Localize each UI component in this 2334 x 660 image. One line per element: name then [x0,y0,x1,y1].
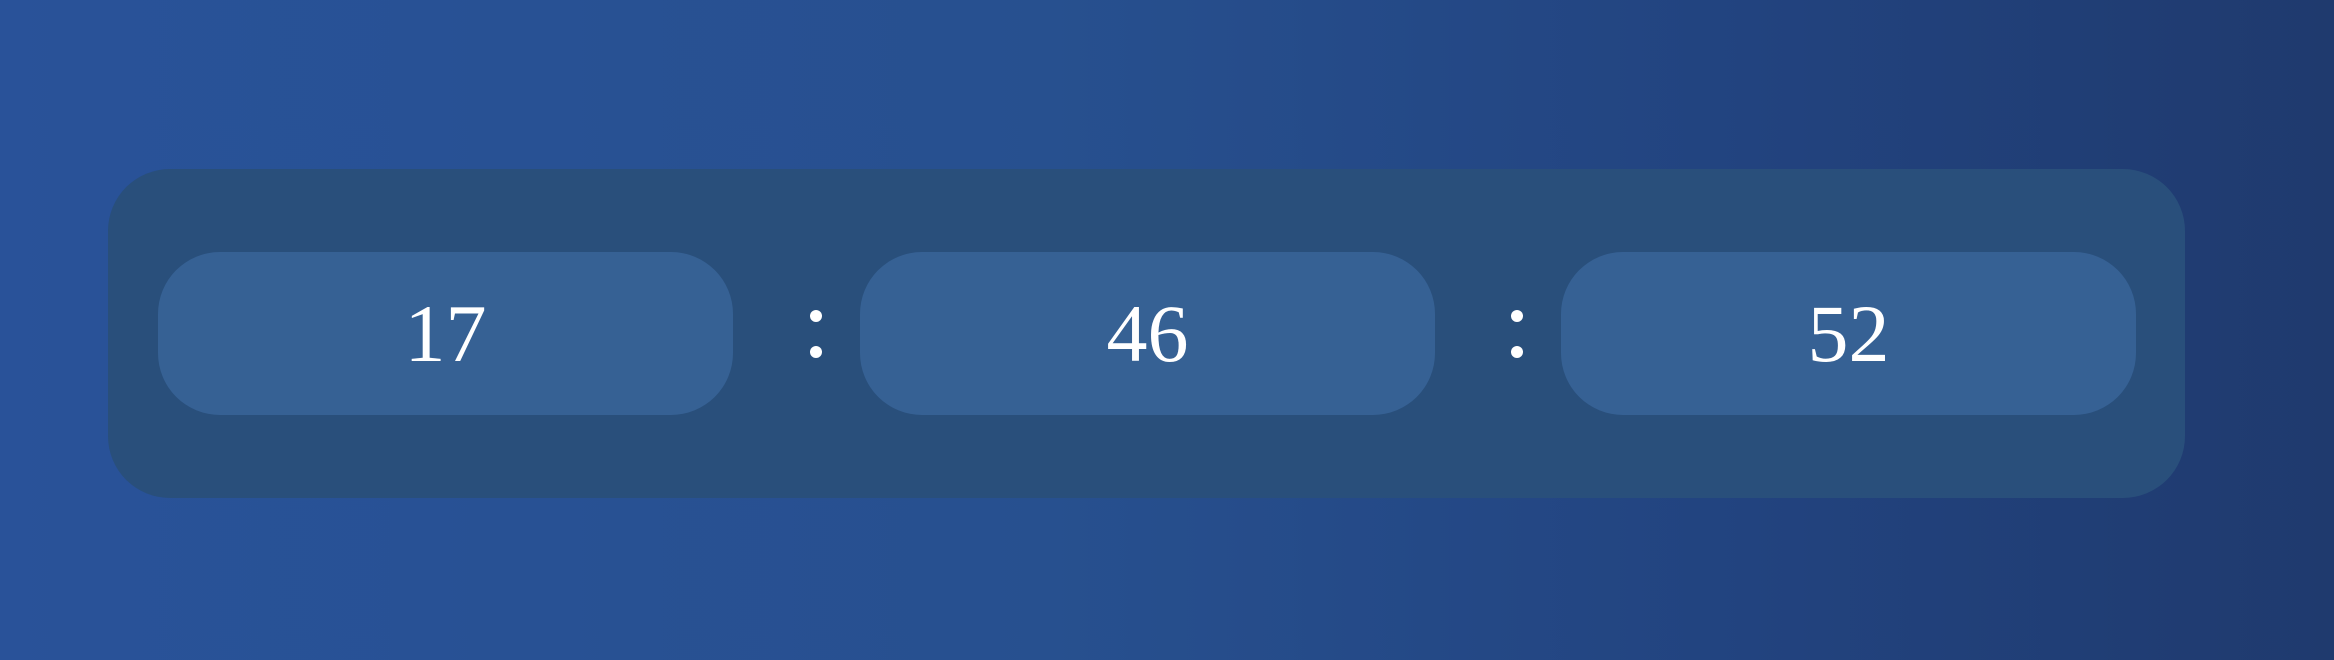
colon-dot-top [810,309,822,322]
separator-colon: : [796,252,836,415]
colon-dot-bottom [1511,345,1523,358]
hours-display: 17 [158,252,733,415]
separator-colon: : [1497,252,1537,415]
colon-dots [810,309,822,358]
colon-dot-top [1511,309,1523,322]
colon-dot-bottom [810,345,822,358]
minutes-display: 46 [860,252,1435,415]
seconds-display: 52 [1561,252,2136,415]
colon-dots [1511,309,1523,358]
clock-panel: 17 : 46 : 52 [108,169,2185,498]
